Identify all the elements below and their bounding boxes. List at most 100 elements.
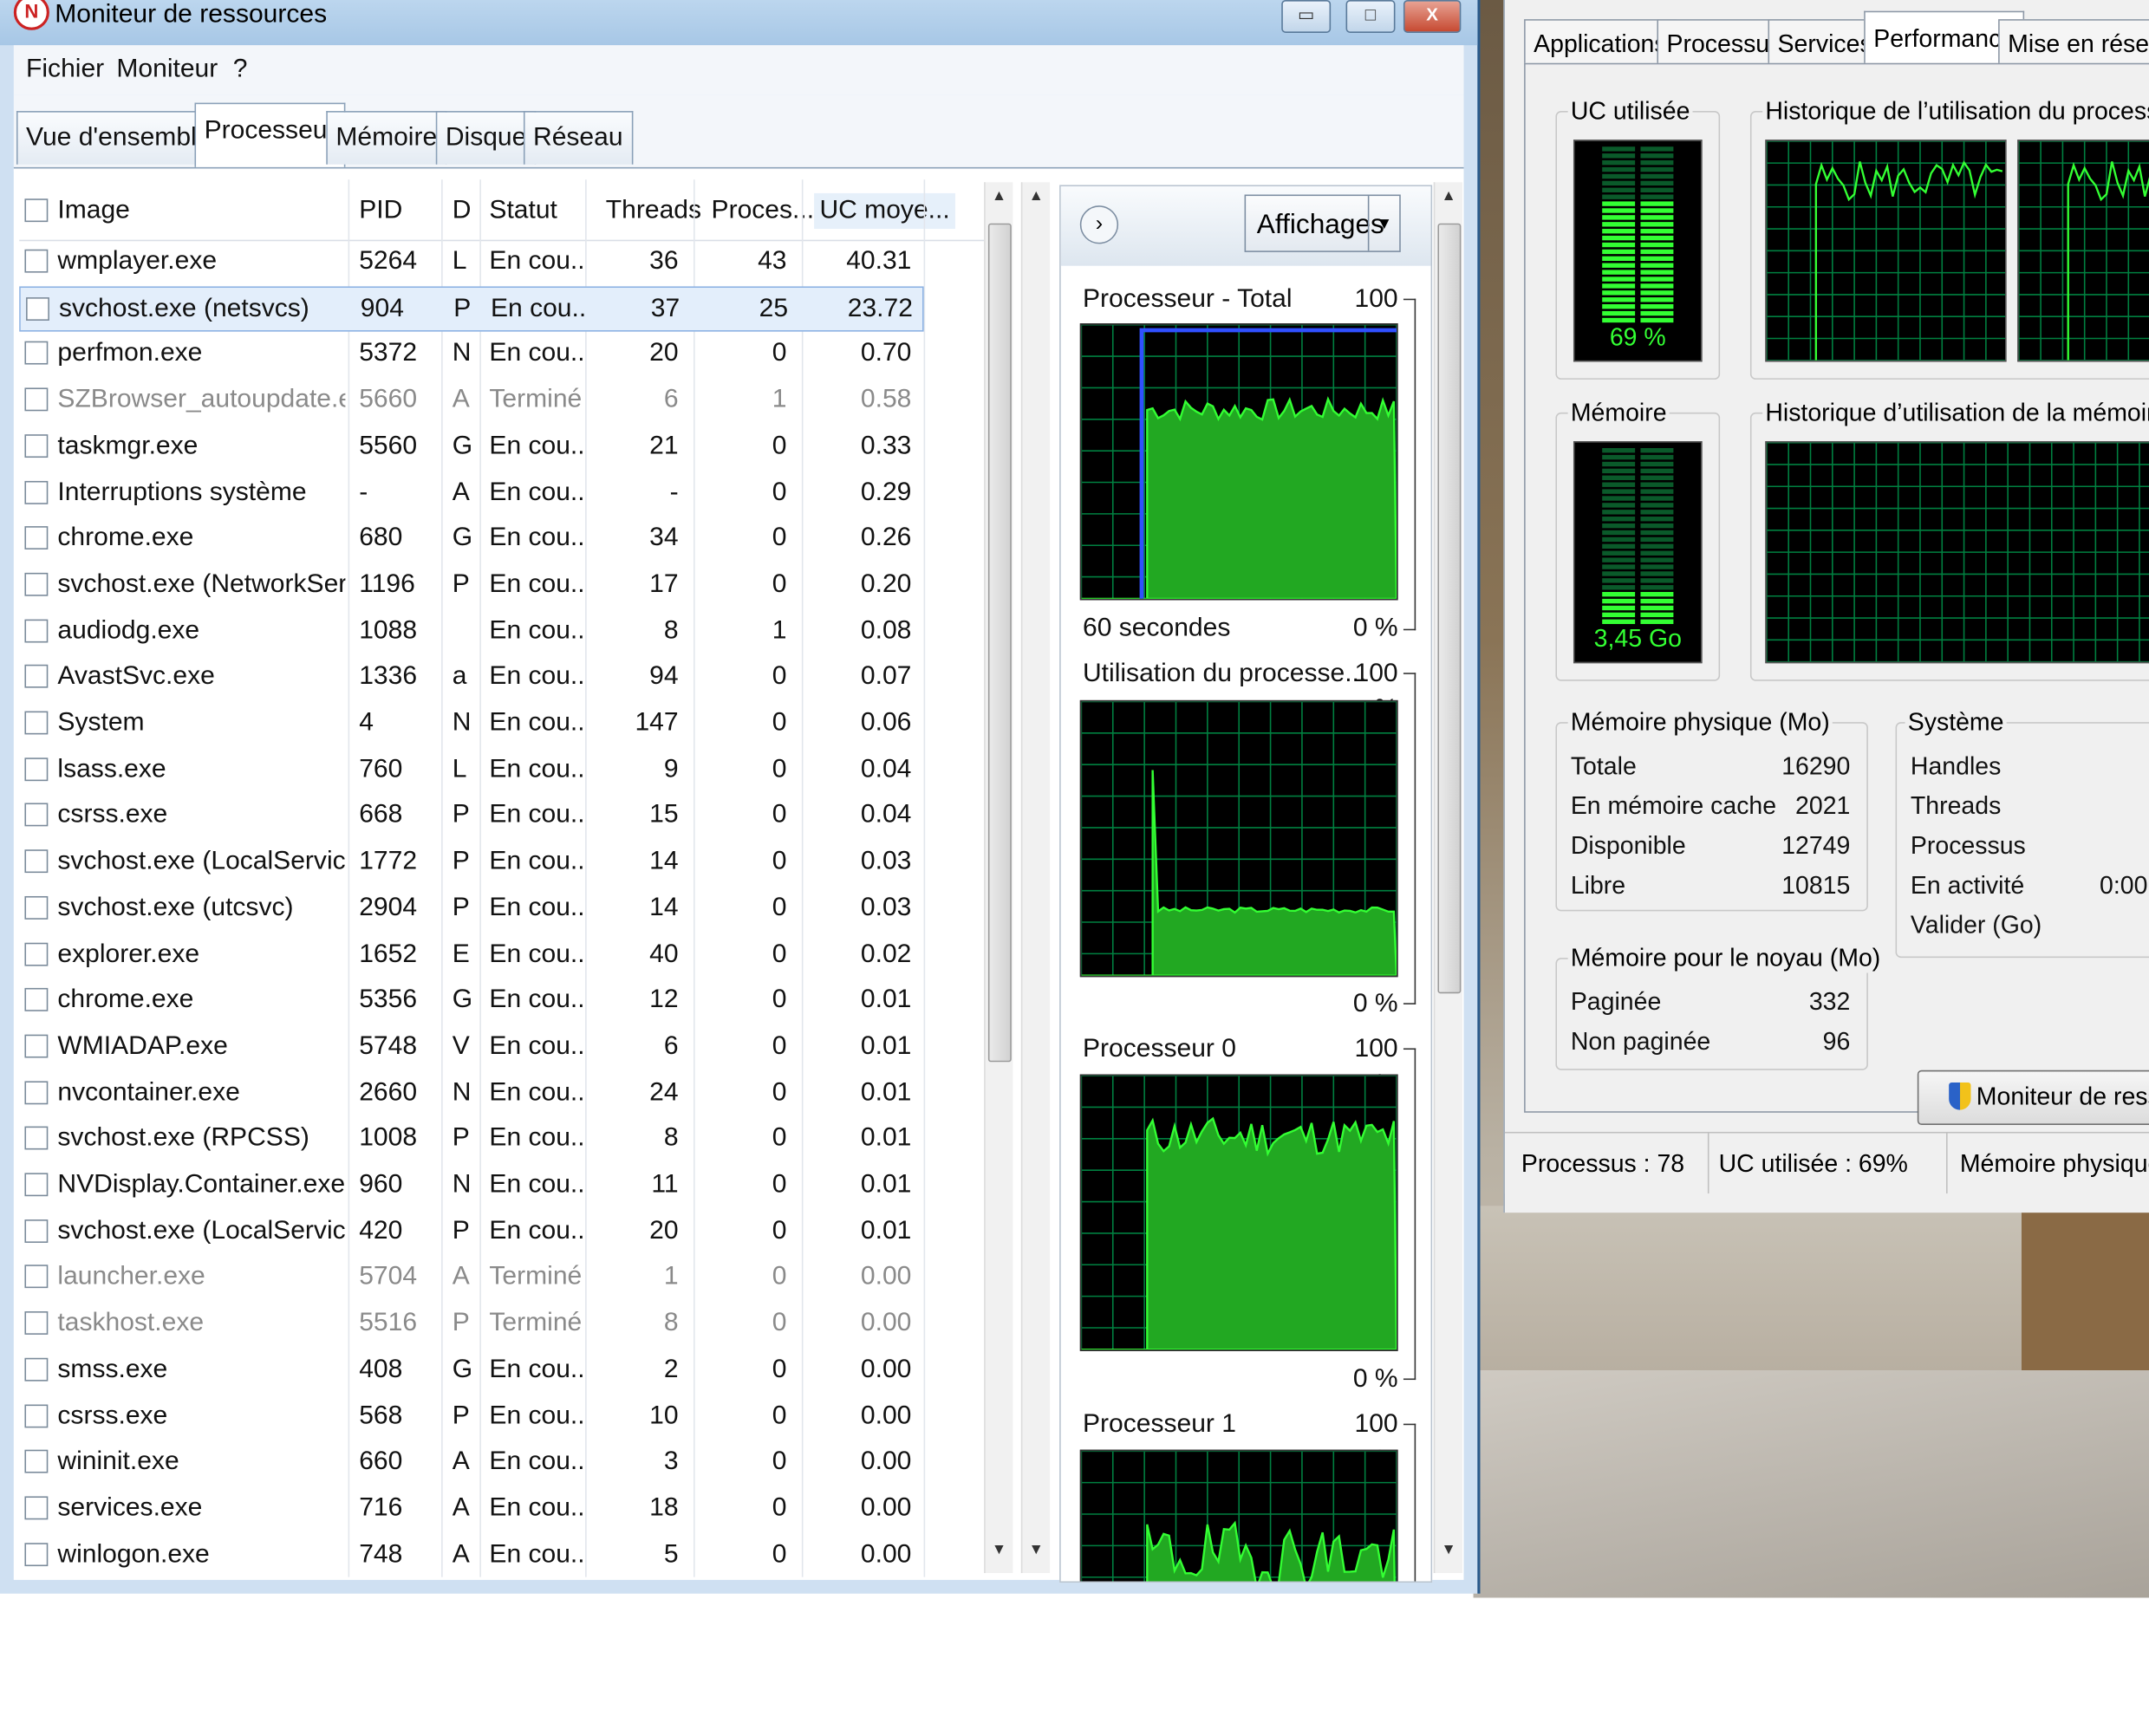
table-row[interactable]: nvcontainer.exe 2660 N En cou... 24 0 0.01 (19, 1071, 923, 1116)
tab-networking[interactable]: Mise en réseau (1998, 19, 2149, 66)
row-checkbox[interactable] (24, 803, 49, 827)
cell-d: L (452, 754, 467, 783)
dropdown-arrow-icon[interactable]: ▼ (1367, 196, 1399, 251)
select-all-checkbox[interactable] (24, 198, 49, 223)
row-checkbox[interactable] (24, 757, 49, 781)
cell-pid: 1652 (359, 939, 418, 968)
scroll-thumb[interactable] (987, 223, 1012, 1063)
row-checkbox[interactable] (24, 433, 49, 458)
meter-segment (1640, 468, 1674, 474)
table-row[interactable]: AvastSvc.exe 1336 a En cou... 94 0 0.07 (19, 655, 923, 700)
row-checkbox[interactable] (24, 988, 49, 1012)
table-row[interactable]: WMIADAP.exe 5748 V En cou... 6 0 0.01 (19, 1024, 923, 1070)
table-row[interactable]: csrss.exe 668 P En cou... 15 0 0.04 (19, 794, 923, 839)
table-row[interactable]: explorer.exe 1652 E En cou... 40 0 0.02 (19, 933, 923, 978)
row-checkbox[interactable] (24, 1219, 49, 1243)
col-pid[interactable]: PID (359, 193, 402, 229)
tab-network[interactable]: Réseau (523, 111, 633, 165)
row-checkbox[interactable] (24, 1265, 49, 1289)
table-row[interactable]: launcher.exe 5704 A Terminé 1 0 0.00 (19, 1256, 923, 1301)
row-checkbox[interactable] (24, 1403, 49, 1427)
close-button[interactable]: X (1403, 0, 1462, 33)
row-checkbox[interactable] (24, 1449, 49, 1473)
col-processors[interactable]: Proces... (712, 193, 815, 229)
table-row[interactable]: svchost.exe (utcsvc) 2904 P En cou... 14 0 0.0… (19, 887, 923, 932)
row-checkbox[interactable] (24, 1542, 49, 1566)
row-checkbox[interactable] (24, 895, 49, 920)
cell-d: A (452, 385, 470, 414)
cell-cpu: 0.01 (860, 1123, 912, 1154)
row-checkbox[interactable] (24, 1357, 49, 1382)
scroll-up-icon[interactable]: ▲ (1437, 185, 1459, 206)
table-row[interactable]: smss.exe 408 G En cou... 2 0 0.00 (19, 1348, 923, 1393)
row-checkbox[interactable] (24, 941, 49, 966)
table-row[interactable]: svchost.exe (RPCSS) 1008 P En cou... 8 0 0.01 (19, 1117, 923, 1162)
row-checkbox[interactable] (24, 1496, 49, 1520)
row-checkbox[interactable] (26, 296, 49, 321)
table-row[interactable]: Interruptions système - A En cou... - 0 0.29 (19, 471, 923, 516)
row-checkbox[interactable] (24, 665, 49, 689)
col-status[interactable]: Statut (489, 193, 557, 229)
table-row[interactable]: taskmgr.exe 5560 G En cou... 21 0 0.33 (19, 425, 923, 470)
scroll-up-icon[interactable]: ▲ (988, 185, 1010, 206)
row-checkbox[interactable] (24, 618, 49, 642)
table-row[interactable]: audiodg.exe 1088 En cou... 8 1 0.08 (19, 609, 923, 654)
table-row[interactable]: wmplayer.exe 5264 L En cou... 36 43 40.31 (19, 240, 923, 285)
row-checkbox[interactable] (24, 572, 49, 596)
maximize-button[interactable]: □ (1345, 0, 1396, 33)
row-checkbox[interactable] (24, 480, 49, 504)
row-checkbox[interactable] (24, 1127, 49, 1150)
col-description[interactable]: D (453, 193, 472, 229)
table-row[interactable]: lsass.exe 760 L En cou... 9 0 0.04 (19, 748, 923, 793)
row-checkbox[interactable] (24, 849, 49, 874)
scroll-down-icon[interactable]: ▼ (1437, 1538, 1459, 1560)
panel-splitter[interactable]: ▲ ▼ (1020, 182, 1051, 1573)
menu-help[interactable]: ? (233, 52, 248, 88)
row-checkbox[interactable] (24, 526, 49, 550)
row-checkbox[interactable] (24, 1080, 49, 1104)
row-checkbox[interactable] (24, 341, 49, 366)
tab-applications[interactable]: Applications (1524, 19, 1677, 66)
col-image[interactable]: Image (57, 193, 129, 229)
scroll-down-icon[interactable]: ▼ (1026, 1538, 1047, 1560)
table-row[interactable]: System 4 N En cou... 147 0 0.06 (19, 701, 923, 746)
table-row[interactable]: chrome.exe 5356 G En cou... 12 0 0.01 (19, 979, 923, 1024)
table-row[interactable]: csrss.exe 568 P En cou... 10 0 0.00 (19, 1395, 923, 1440)
row-checkbox[interactable] (24, 249, 49, 273)
row-checkbox[interactable] (24, 1034, 49, 1058)
table-row[interactable]: svchost.exe (LocalServiceNet... 420 P En co… (19, 1210, 923, 1255)
views-dropdown[interactable]: Affichages ▼ (1244, 194, 1401, 252)
table-row[interactable]: taskhost.exe 5516 P Terminé 8 0 0.00 (19, 1302, 923, 1347)
row-checkbox[interactable] (24, 1311, 49, 1336)
tab-disk[interactable]: Disque (435, 111, 537, 165)
table-row[interactable]: svchost.exe (NetworkService) 1196 P En cou.… (19, 563, 923, 608)
row-checkbox[interactable] (24, 387, 49, 412)
resource-monitor-button[interactable]: Moniteur de ressource (1917, 1070, 2149, 1126)
row-checkbox[interactable] (24, 1173, 49, 1197)
tab-memory[interactable]: Mémoire (326, 111, 447, 165)
scroll-down-icon[interactable]: ▼ (988, 1538, 1010, 1560)
table-row[interactable]: winlogon.exe 748 A En cou... 5 0 0.00 (19, 1532, 923, 1577)
table-row[interactable]: svchost.exe (LocalServiceNo... 1772 P En co… (19, 840, 923, 885)
scroll-up-icon[interactable]: ▲ (1026, 185, 1047, 206)
tab-overview[interactable]: Vue d'ensemble (16, 111, 221, 165)
scroll-thumb[interactable] (1437, 223, 1462, 994)
table-row[interactable]: NVDisplay.Container.exe 960 N En cou... 11 0 0… (19, 1163, 923, 1208)
table-scrollbar[interactable]: ▲ ▼ (984, 182, 1013, 1573)
col-cpu-average[interactable]: UC moye... (814, 192, 956, 230)
col-threads[interactable]: Threads (606, 193, 701, 229)
table-row[interactable]: wininit.exe 660 A En cou... 3 0 0.00 (19, 1440, 923, 1486)
graphs-scrollbar[interactable]: ▲ ▼ (1433, 182, 1462, 1573)
menu-moniteur[interactable]: Moniteur (116, 52, 218, 88)
tab-processor[interactable]: Processeur (194, 102, 346, 167)
table-row[interactable]: chrome.exe 680 G En cou... 34 0 0.26 (19, 517, 923, 562)
minimize-button[interactable]: ▭ (1281, 0, 1332, 33)
table-row[interactable]: svchost.exe (netsvcs) 904 P En cou... 37 25 23… (19, 285, 924, 332)
table-row[interactable]: SZBrowser_autoupdate.exe 5660 A Terminé 6 1 0.… (19, 379, 923, 424)
table-row[interactable]: perfmon.exe 5372 N En cou... 20 0 0.70 (19, 332, 923, 377)
row-checkbox[interactable] (24, 711, 49, 735)
table-row[interactable]: services.exe 716 A En cou... 18 0 0.00 (19, 1486, 923, 1531)
menu-fichier[interactable]: Fichier (26, 52, 104, 88)
title-bar[interactable]: N Moniteur de ressources ▭ □ X (0, 0, 1478, 46)
expand-chevron-icon[interactable]: › (1079, 205, 1119, 244)
